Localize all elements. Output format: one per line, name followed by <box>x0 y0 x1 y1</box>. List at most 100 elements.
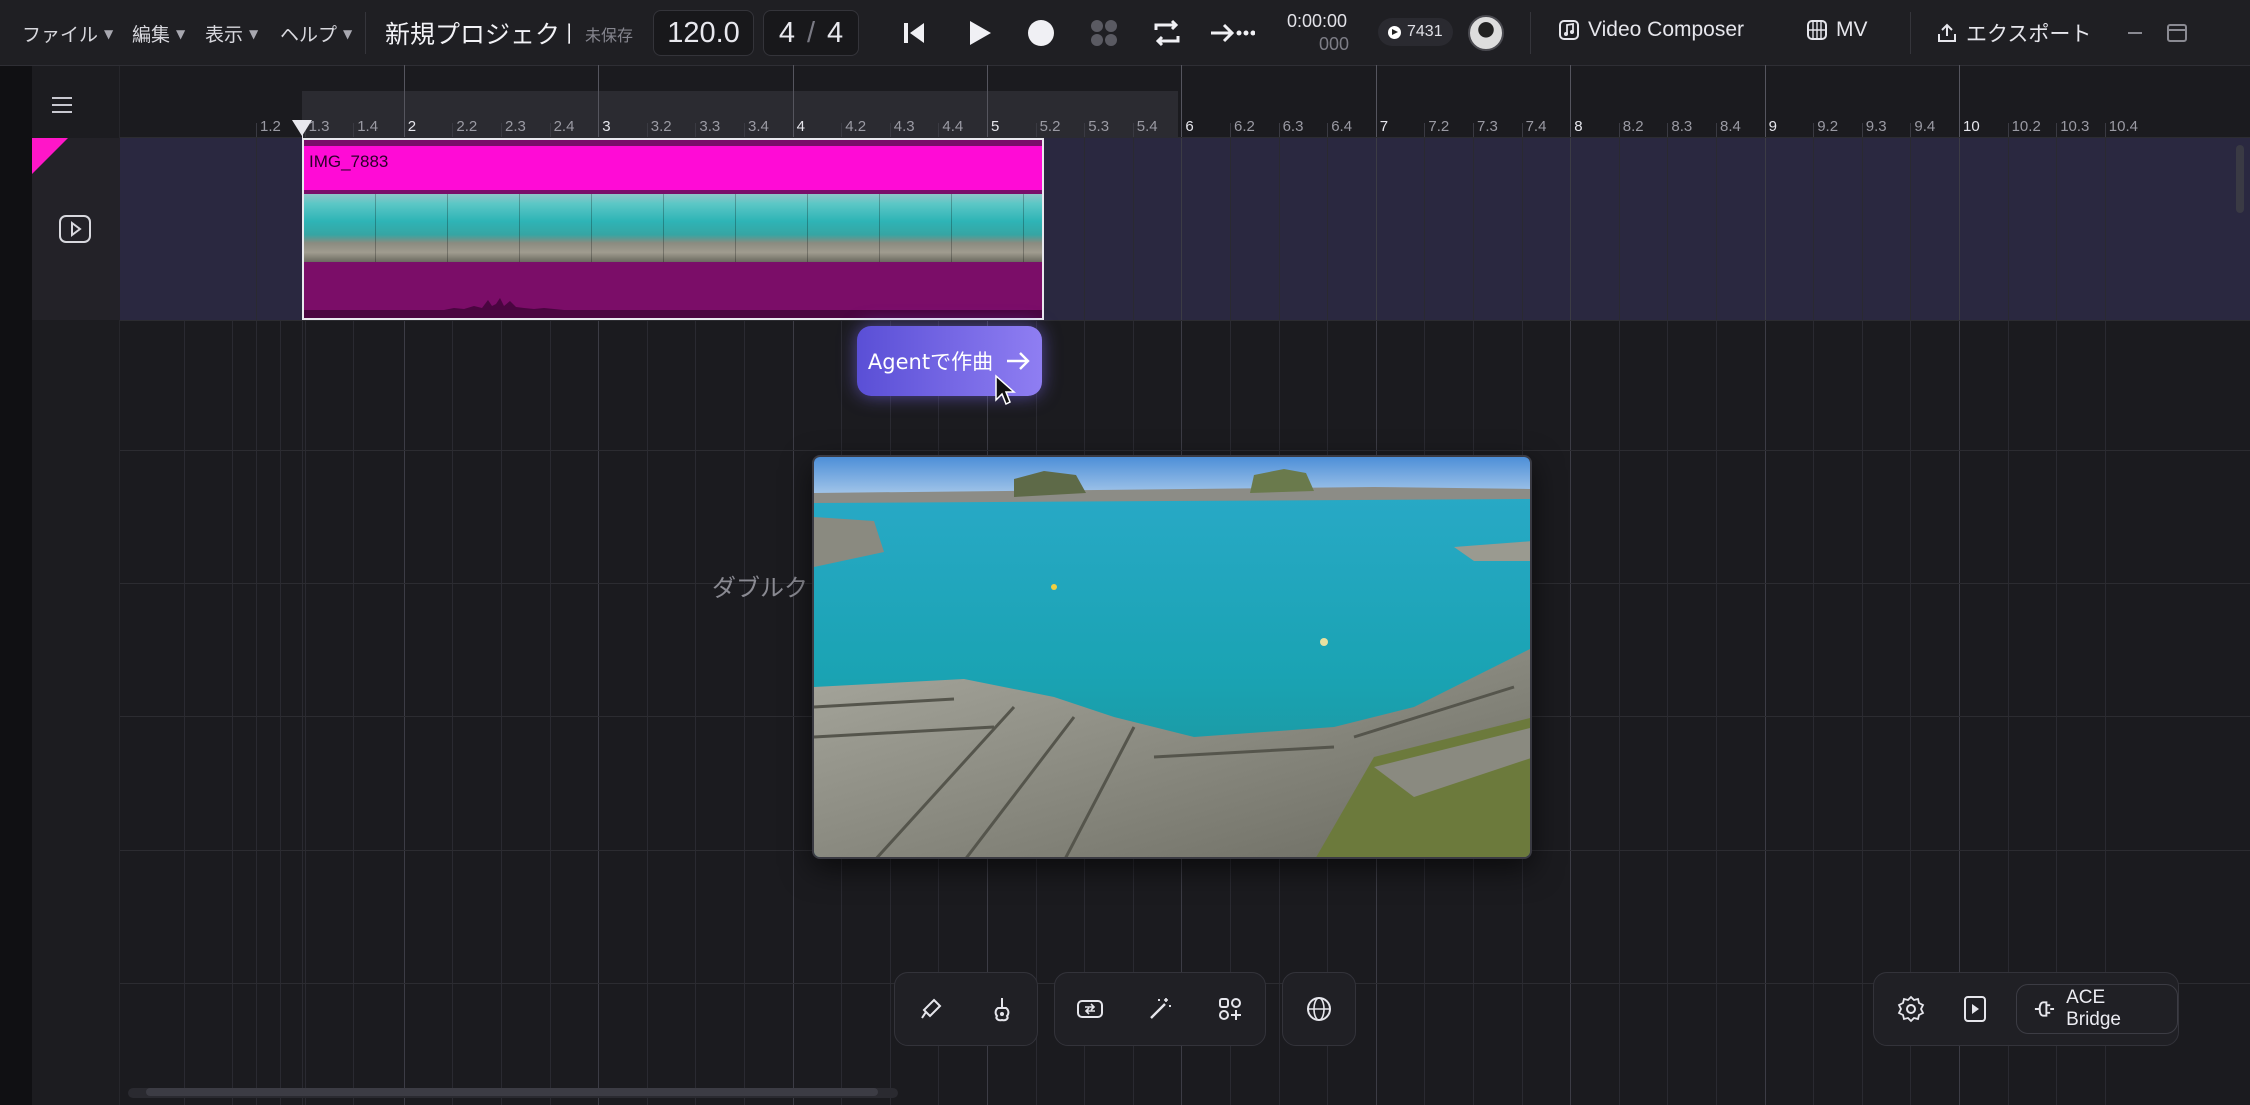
track-menu-button[interactable] <box>48 91 76 119</box>
ruler-tick <box>1667 123 1669 137</box>
vertical-scroll-thumb[interactable] <box>2236 145 2244 213</box>
ruler-tick-label: 10.2 <box>2011 118 2041 135</box>
swap-tool-button[interactable] <box>1066 985 1114 1033</box>
agent-compose-label: Agentで作曲 <box>867 350 994 374</box>
tool-group-instruments <box>894 972 1038 1046</box>
empty-area-hint: ダブルク <box>712 574 808 602</box>
ruler-tick <box>2056 123 2058 137</box>
loop-button[interactable] <box>1146 12 1188 54</box>
export-button[interactable]: エクスポート <box>1936 18 2091 48</box>
ruler-tick <box>1035 123 1037 137</box>
clip-thumbnail <box>304 194 376 262</box>
ruler-tick-label: 1.2 <box>260 118 281 135</box>
settings-button[interactable] <box>1888 985 1934 1033</box>
ruler-tick <box>1181 65 1183 137</box>
ruler-tick-label: 6.4 <box>1331 118 1353 135</box>
clip-thumbnail <box>592 194 664 262</box>
menu-help[interactable]: ヘルプ ▼ <box>280 20 352 47</box>
divider <box>1910 12 1911 54</box>
export-icon <box>1938 23 1956 42</box>
ruler-tick <box>1813 123 1815 137</box>
video-composer-label: Video Composer <box>1588 18 1745 41</box>
ruler-tick <box>1230 123 1231 137</box>
menu-file[interactable]: ファイル ▼ <box>22 20 113 47</box>
avatar[interactable] <box>1468 15 1504 51</box>
ruler-tick-label: 9.3 <box>1865 118 1887 135</box>
ruler-tick <box>1764 65 1766 137</box>
ruler-tick <box>1278 123 1280 137</box>
project-title[interactable]: 新規プロジェクト <box>385 15 570 51</box>
ruler-tick-label: 5.4 <box>1136 118 1158 135</box>
ruler-tick <box>2007 123 2009 137</box>
brush-tool-button[interactable] <box>907 985 955 1033</box>
tool-group-edit <box>1054 972 1266 1046</box>
ruler-tick <box>452 123 454 137</box>
minimize-button[interactable] <box>2118 16 2152 50</box>
video-composer-button[interactable]: Video Composer <box>1558 18 1744 42</box>
clip-thumbnail <box>736 194 808 262</box>
ruler-tick <box>501 123 502 137</box>
ruler-tick <box>353 123 355 137</box>
horizontal-scroll-thumb[interactable] <box>146 1088 878 1096</box>
credit-badge[interactable]: 7431 <box>1378 18 1453 46</box>
arrow-dots-icon <box>1211 23 1255 43</box>
tempo-field[interactable]: 120.0 <box>653 10 754 56</box>
ace-bridge-button[interactable]: ACE Bridge <box>2016 984 2179 1034</box>
video-preview[interactable] <box>812 455 1532 859</box>
chevron-down-icon: ▼ <box>176 26 186 41</box>
ruler-tick-label: 4.4 <box>942 118 964 135</box>
video-file-button[interactable] <box>1952 985 1998 1033</box>
ruler-tick-label: 6 <box>1185 118 1194 135</box>
minimize-icon <box>2128 32 2142 34</box>
clip-thumbnail <box>448 194 520 262</box>
timeline-ruler[interactable]: 1.2 1.3 1.4 2 2.2 2.3 2.4 3 3.2 3.3 3.4 4 4.2 4.3 4.4 5… <box>120 65 2250 138</box>
menu-view[interactable]: 表示 ▼ <box>205 20 258 47</box>
track-color-flag <box>32 138 68 174</box>
clip-thumbnails <box>304 194 1042 262</box>
menu-edit[interactable]: 編集 ▼ <box>132 20 185 47</box>
video-clip[interactable]: IMG_7883 <box>302 138 1044 320</box>
previous-icon <box>904 23 924 43</box>
record-button[interactable] <box>1020 12 1062 54</box>
left-strip <box>0 66 32 1105</box>
ruler-tick <box>1959 65 1960 137</box>
ruler-tick <box>1084 123 1086 137</box>
time-display: 0:00:00 <box>1287 11 1348 31</box>
ruler-tick <box>549 123 551 137</box>
top-bar: ファイル ▼ 編集 ▼ 表示 ▼ ヘルプ ▼ 新規プロジェクト 未保存 120.0 4 /… <box>0 0 2250 66</box>
ruler-tick <box>2104 123 2106 137</box>
guitar-icon <box>994 998 1009 1022</box>
video-track-button[interactable] <box>58 214 92 244</box>
add-widget-tool-button[interactable] <box>1206 985 1254 1033</box>
magic-wand-tool-button[interactable] <box>1136 985 1184 1033</box>
chevron-down-icon: ▼ <box>249 26 259 41</box>
ruler-tick-label: 6.2 <box>1234 118 1255 135</box>
waveform-graphic <box>304 298 1042 318</box>
ruler-tick-label: 2.2 <box>456 118 478 135</box>
clip-title-bar <box>304 146 1042 190</box>
previous-button[interactable] <box>893 12 935 54</box>
ruler-tick <box>1375 65 1377 137</box>
hamburger-icon <box>52 97 72 113</box>
row-separator <box>120 450 2250 451</box>
horizontal-scrollbar[interactable] <box>128 1088 898 1098</box>
metronome-button[interactable] <box>1083 12 1125 54</box>
clip-thumbnail <box>376 194 448 262</box>
maximize-icon <box>2167 24 2187 42</box>
ruler-tick-label: 10.3 <box>2060 118 2090 135</box>
mv-button[interactable]: MV <box>1806 18 1868 42</box>
loop-icon <box>1154 19 1180 47</box>
ruler-tick-label: 5.2 <box>1039 118 1061 135</box>
ruler-tick-label: 7.3 <box>1477 118 1498 135</box>
maximize-button[interactable] <box>2160 16 2194 50</box>
metronome-dots-icon <box>1091 20 1117 46</box>
ruler-tick <box>889 123 891 137</box>
time-signature-field[interactable]: 4 / 4 <box>763 10 859 56</box>
follow-playhead-button[interactable] <box>1207 12 1257 54</box>
globe-button[interactable] <box>1295 985 1343 1033</box>
play-button[interactable] <box>958 12 1000 54</box>
guitar-tool-button[interactable] <box>978 985 1026 1033</box>
chevron-down-icon: ▼ <box>343 26 353 41</box>
ruler-tick-label: 1.4 <box>357 118 379 135</box>
ruler-tick <box>646 123 648 137</box>
